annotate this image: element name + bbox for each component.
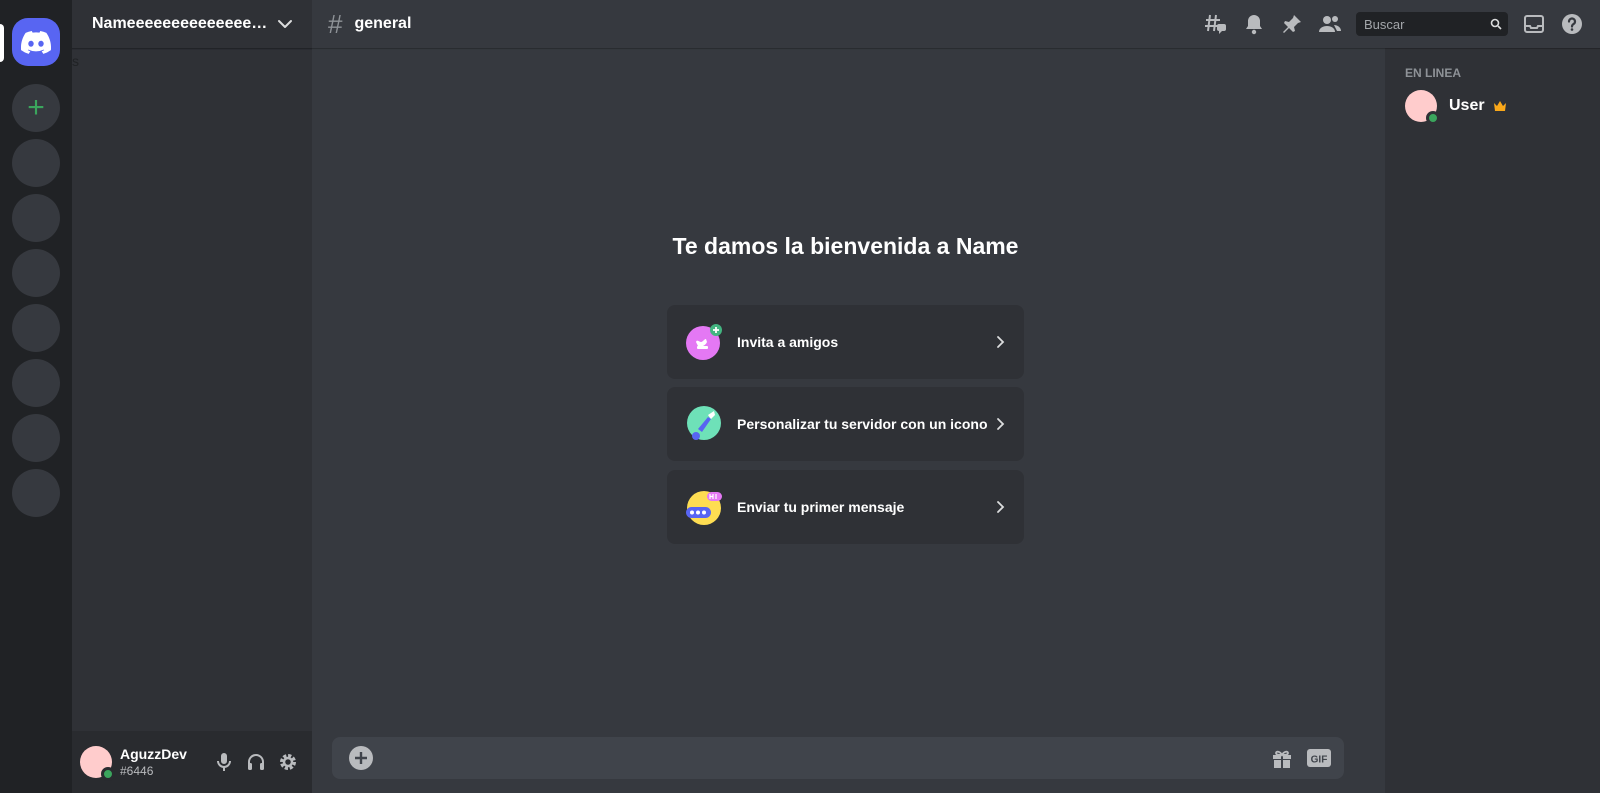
user-tag: #6446 <box>120 764 154 778</box>
threads-button[interactable] <box>1204 12 1228 36</box>
channel-header: # general Buscar <box>312 0 1600 48</box>
home-button[interactable] <box>12 18 60 66</box>
server-icon[interactable] <box>12 359 60 407</box>
inbox-icon <box>1524 15 1544 33</box>
attach-plus-icon[interactable] <box>348 745 374 771</box>
chevron-right-icon <box>997 418 1005 430</box>
online-status-icon <box>1426 111 1440 125</box>
user-panel: AguzzDev #6446 <box>72 731 312 793</box>
notifications-button[interactable] <box>1242 12 1266 36</box>
server-rail: + <box>0 0 72 793</box>
plus-icon: + <box>27 91 45 124</box>
gift-icon[interactable] <box>1270 746 1294 770</box>
user-settings-button[interactable] <box>272 746 304 778</box>
threads-icon <box>1205 14 1226 34</box>
server-name: Nameeeeeeeeeeeeeeeeeeeeeeeeee <box>92 15 272 32</box>
search-icon <box>1490 18 1502 30</box>
stray-text: s <box>72 53 79 69</box>
inbox-button[interactable] <box>1522 12 1546 36</box>
chevron-down-icon <box>278 20 292 28</box>
hashtag-icon: # <box>328 8 343 39</box>
invite-friends-card[interactable]: Invita a amigos <box>667 305 1024 379</box>
help-icon <box>1562 14 1582 34</box>
search-input[interactable]: Buscar <box>1356 12 1508 36</box>
mute-button[interactable] <box>208 746 240 778</box>
selected-indicator <box>0 24 4 62</box>
first-message-icon <box>686 491 722 525</box>
card-label: Enviar tu primer mensaje <box>737 499 905 515</box>
pinned-messages-button[interactable] <box>1280 12 1304 36</box>
microphone-icon <box>217 753 231 771</box>
welcome-section: Te damos la bienvenida a Name <box>667 230 1024 262</box>
avatar <box>1405 90 1440 125</box>
welcome-title: Te damos la bienvenida a Name <box>672 233 1019 259</box>
server-icon[interactable] <box>12 249 60 297</box>
online-status-icon <box>101 767 115 781</box>
member-item[interactable]: User <box>1405 90 1507 125</box>
bell-icon <box>1246 15 1262 35</box>
invite-friends-icon <box>686 324 722 360</box>
server-icon[interactable] <box>12 469 60 517</box>
username: AguzzDev <box>120 746 187 762</box>
pin-icon <box>1283 15 1301 33</box>
channel-sidebar: Nameeeeeeeeeeeeeeeeeeeeeeeeee AguzzDev #… <box>72 0 312 793</box>
customize-server-card[interactable]: Personalizar tu servidor con un icono <box>667 387 1024 461</box>
chevron-right-icon <box>997 336 1005 348</box>
member-name: User <box>1449 97 1485 114</box>
server-icon[interactable] <box>12 414 60 462</box>
help-button[interactable] <box>1560 12 1584 36</box>
discord-app: + Nameeeeeeeeeeeeeeeeeeeeeeeeee AguzzDev… <box>0 0 1600 793</box>
server-icon[interactable] <box>12 304 60 352</box>
server-icon[interactable] <box>12 194 60 242</box>
discord-logo-icon <box>21 30 51 54</box>
chat-area: # general Buscar Te damos la bienvenida … <box>312 0 1600 793</box>
server-icon[interactable] <box>12 139 60 187</box>
card-label: Invita a amigos <box>737 334 839 350</box>
header-toolbar: Buscar <box>1204 12 1584 36</box>
members-icon <box>1319 16 1341 32</box>
user-info[interactable]: AguzzDev #6446 <box>120 746 208 778</box>
chevron-right-icon <box>997 501 1005 513</box>
online-heading: EN LINEA <box>1405 66 1462 80</box>
message-composer[interactable]: GIF <box>332 737 1344 779</box>
gif-icon[interactable]: GIF <box>1306 747 1332 769</box>
member-list: EN LINEA User <box>1385 48 1600 793</box>
add-server-button[interactable]: + <box>12 84 60 132</box>
card-label: Personalizar tu servidor con un icono <box>737 416 988 432</box>
member-list-button[interactable] <box>1318 12 1342 36</box>
server-header[interactable]: Nameeeeeeeeeeeeeeeeeeeeeeeeee <box>72 0 312 48</box>
channel-name: general <box>354 15 412 32</box>
customize-icon <box>687 406 721 440</box>
search-placeholder: Buscar <box>1364 16 1405 32</box>
avatar[interactable] <box>80 746 115 781</box>
crown-icon <box>1493 101 1506 111</box>
headphones-icon <box>248 754 264 770</box>
gear-icon <box>280 754 296 770</box>
first-message-card[interactable]: Enviar tu primer mensaje <box>667 470 1024 544</box>
svg-text:GIF: GIF <box>1311 755 1328 766</box>
deafen-button[interactable] <box>240 746 272 778</box>
